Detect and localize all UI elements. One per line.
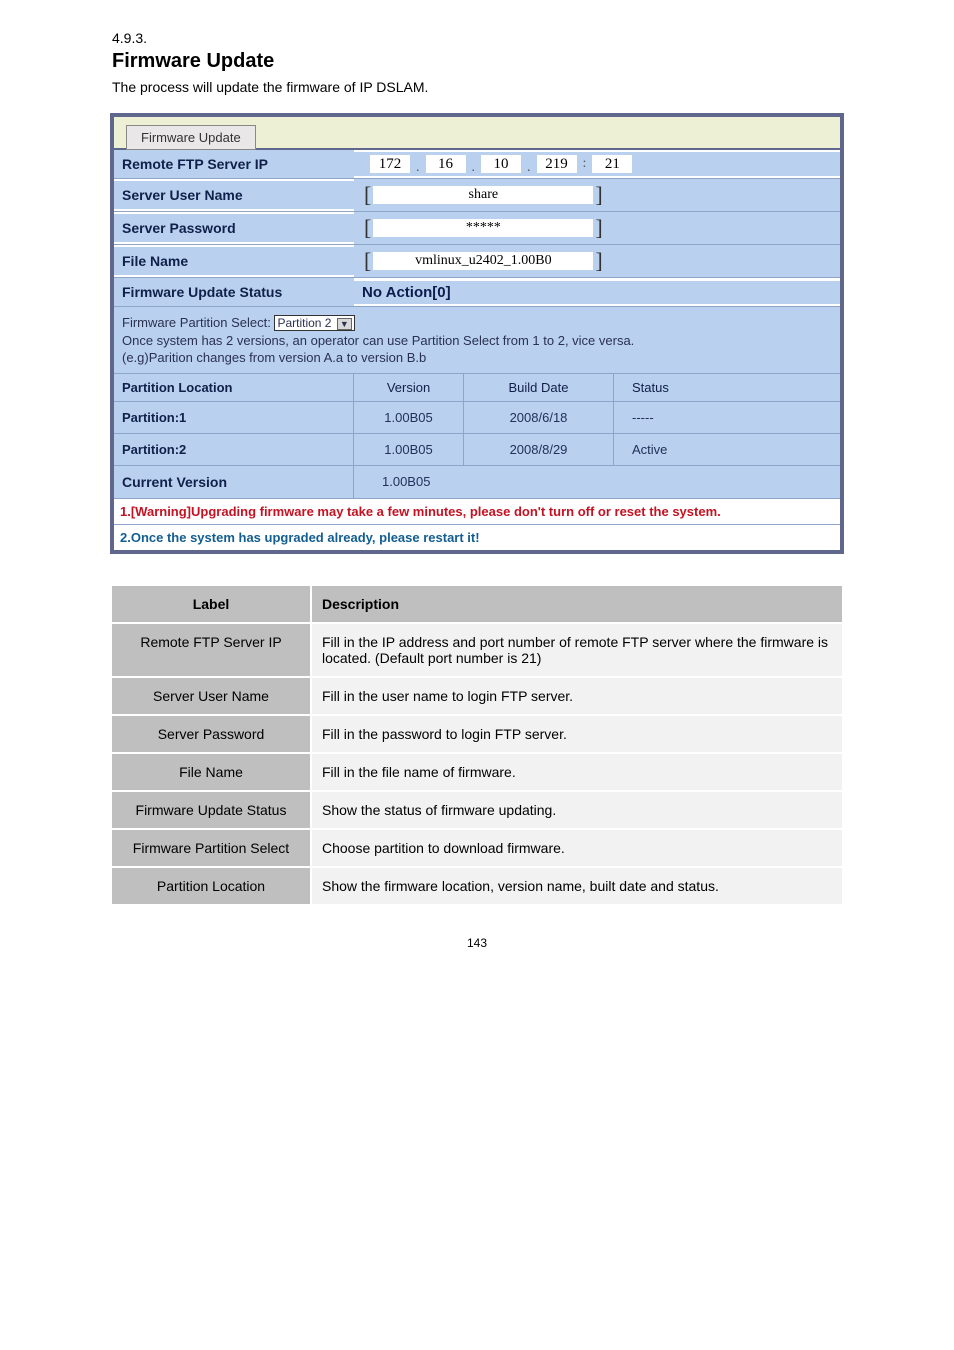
firmware-status-label: Firmware Update Status xyxy=(114,278,354,306)
file-name-label: File Name xyxy=(114,247,354,275)
partition-select-value: Partition 2 xyxy=(277,316,331,330)
desc-row-label: Server Password xyxy=(111,715,311,753)
firmware-update-screenshot: Firmware Update Remote FTP Server IP . .… xyxy=(110,113,844,554)
firmware-status-value: No Action[0] xyxy=(362,284,451,301)
ftp-port[interactable] xyxy=(592,155,632,173)
desc-row-label: File Name xyxy=(111,753,311,791)
bracket-right: ] xyxy=(593,215,604,241)
desc-row-value: Fill in the password to login FTP server… xyxy=(311,715,843,753)
desc-row-value: Choose partition to download firmware. xyxy=(311,829,843,867)
col-partition-location: Partition Location xyxy=(114,374,354,402)
desc-header-description: Description xyxy=(311,585,843,623)
desc-row-value: Fill in the IP address and port number o… xyxy=(311,623,843,677)
partition-select-label: Firmware Partition Select: xyxy=(122,315,271,330)
desc-row-value: Show the firmware location, version name… xyxy=(311,867,843,905)
table-cell: 2008/8/29 xyxy=(464,434,614,466)
intro-paragraph: The process will update the firmware of … xyxy=(112,79,844,95)
ftp-ip-octet1[interactable] xyxy=(370,155,410,173)
partition-select-dropdown[interactable]: Partition 2 ▼ xyxy=(274,315,354,331)
tab-bar: Firmware Update xyxy=(114,117,840,150)
table-cell: ----- xyxy=(614,402,840,434)
col-build-date: Build Date xyxy=(464,374,614,402)
desc-row-value: Fill in the file name of firmware. xyxy=(311,753,843,791)
section-number: 4.9.3. xyxy=(112,30,844,46)
desc-header-label: Label xyxy=(111,585,311,623)
page-footer-number: 143 xyxy=(110,936,844,950)
current-version-value: 1.00B05 xyxy=(354,466,840,498)
warning-line-1: 1.[Warning]Upgrading firmware may take a… xyxy=(114,499,840,525)
page-title: Firmware Update xyxy=(112,50,844,73)
ftp-ip-label: Remote FTP Server IP xyxy=(114,150,354,178)
ftp-ip-octet3[interactable] xyxy=(481,155,521,173)
desc-row-label: Partition Location xyxy=(111,867,311,905)
file-name-input[interactable] xyxy=(373,252,593,270)
separator-dot: . xyxy=(410,160,426,176)
description-table: Label Description Remote FTP Server IP F… xyxy=(110,584,844,906)
ftp-ip-octet4[interactable] xyxy=(537,155,577,173)
table-cell: 1.00B05 xyxy=(354,434,464,466)
desc-row-label: Firmware Partition Select xyxy=(111,829,311,867)
warning-line-2: 2.Once the system has upgraded already, … xyxy=(114,525,840,550)
user-name-label: Server User Name xyxy=(114,181,354,209)
desc-row-label: Firmware Update Status xyxy=(111,791,311,829)
firmware-update-tab[interactable]: Firmware Update xyxy=(126,125,256,150)
desc-row-label: Server User Name xyxy=(111,677,311,715)
bracket-left: [ xyxy=(362,248,373,274)
table-cell: 1.00B05 xyxy=(354,402,464,434)
separator-dot: . xyxy=(466,160,482,176)
current-version-label: Current Version xyxy=(114,466,354,498)
table-cell: 2008/6/18 xyxy=(464,402,614,434)
bracket-right: ] xyxy=(593,182,604,208)
col-version: Version xyxy=(354,374,464,402)
desc-row-value: Fill in the user name to login FTP serve… xyxy=(311,677,843,715)
bracket-right: ] xyxy=(593,248,604,274)
table-row-label: Partition:2 xyxy=(114,434,354,466)
separator-dot: . xyxy=(521,160,537,176)
password-input[interactable] xyxy=(373,219,593,237)
password-label: Server Password xyxy=(114,214,354,242)
ftp-ip-octet2[interactable] xyxy=(426,155,466,173)
desc-row-label: Remote FTP Server IP xyxy=(111,623,311,677)
separator-colon: : xyxy=(577,156,593,172)
partition-help-line1: Once system has 2 versions, an operator … xyxy=(122,333,832,348)
partition-help-line2: (e.g)Parition changes from version A.a t… xyxy=(122,350,832,365)
desc-row-value: Show the status of firmware updating. xyxy=(311,791,843,829)
user-name-input[interactable] xyxy=(373,186,593,204)
table-row-label: Partition:1 xyxy=(114,402,354,434)
chevron-down-icon: ▼ xyxy=(337,318,352,330)
bracket-left: [ xyxy=(362,215,373,241)
col-status: Status xyxy=(614,374,840,402)
table-cell: Active xyxy=(614,434,840,466)
bracket-left: [ xyxy=(362,182,373,208)
